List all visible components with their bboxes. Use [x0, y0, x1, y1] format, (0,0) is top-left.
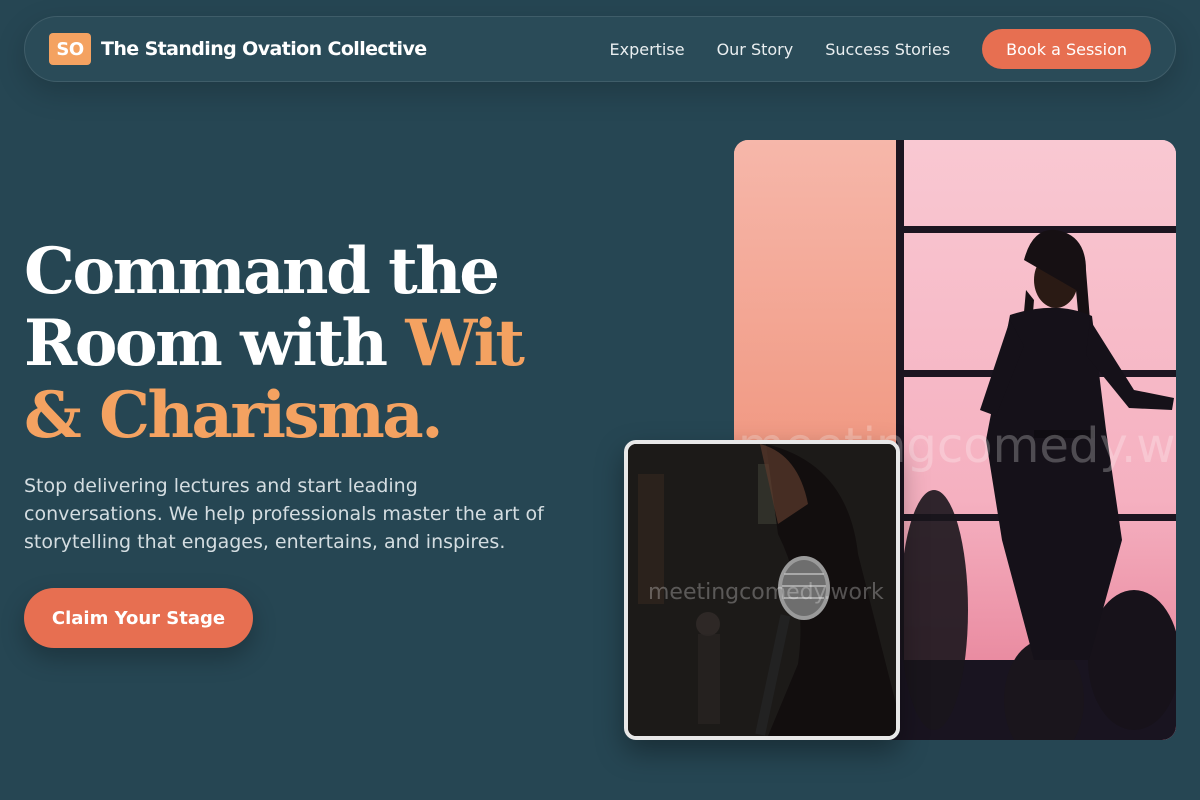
nav-link-expertise[interactable]: Expertise — [610, 40, 685, 59]
book-session-button[interactable]: Book a Session — [982, 29, 1151, 69]
microphone-photo: meetingcomedy.work — [624, 440, 900, 740]
hero-headline: Command the Room with Wit & Charisma. — [24, 236, 584, 452]
brand-name: The Standing Ovation Collective — [101, 38, 427, 60]
nav-link-our-story[interactable]: Our Story — [717, 40, 794, 59]
nav-link-success-stories[interactable]: Success Stories — [825, 40, 950, 59]
nav-links: Expertise Our Story Success Stories Book… — [610, 29, 1151, 69]
brand[interactable]: SO The Standing Ovation Collective — [49, 33, 427, 65]
watermark-text-small: meetingcomedy.work — [648, 580, 884, 605]
hero-subtext: Stop delivering lectures and start leadi… — [24, 475, 544, 553]
top-navigation: SO The Standing Ovation Collective Exper… — [24, 16, 1176, 82]
logo-mark: SO — [49, 33, 91, 65]
claim-stage-button[interactable]: Claim Your Stage — [24, 588, 253, 648]
